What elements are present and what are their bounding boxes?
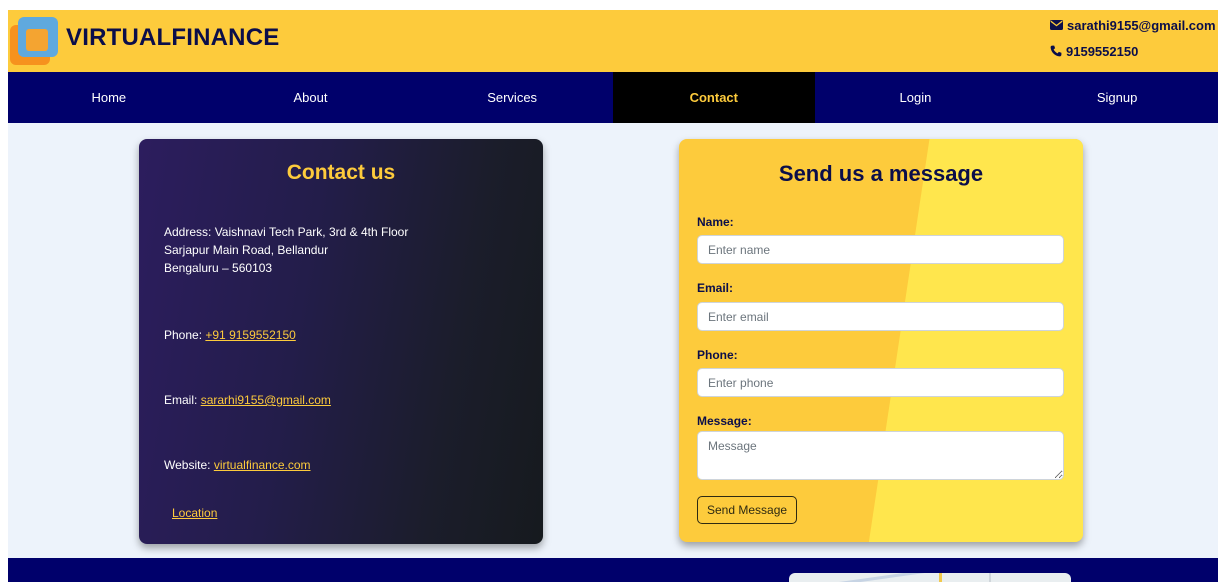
email-input[interactable] <box>697 302 1064 331</box>
brand-name[interactable]: VIRTUALFINANCE <box>66 24 279 52</box>
send-message-button[interactable]: Send Message <box>697 496 798 524</box>
header-contact-info: sarathi9155@gmail.com 9159552150 <box>1050 14 1218 66</box>
address-line-2: Sarjapur Main Road, Bellandur <box>164 243 329 257</box>
phone-input[interactable] <box>697 368 1064 397</box>
name-label: Name: <box>697 215 734 229</box>
contact-website: Website: virtualfinance.com <box>164 458 311 472</box>
phone-label: Phone: <box>697 348 738 362</box>
contact-phone: Phone: +91 9159552150 <box>164 328 296 342</box>
nav-home[interactable]: Home <box>8 72 210 123</box>
top-header: VIRTUALFINANCE sarathi9155@gmail.com 915… <box>8 10 1218 72</box>
map-embed[interactable] <box>789 573 1071 582</box>
contact-website-label: Website: <box>164 458 214 472</box>
contact-website-link[interactable]: virtualfinance.com <box>214 458 311 472</box>
nav-about[interactable]: About <box>210 72 412 123</box>
card-background-stripe <box>868 139 1083 542</box>
location-link[interactable]: Location <box>172 506 217 520</box>
contact-location: Location <box>172 506 217 520</box>
contact-phone-link[interactable]: +91 9159552150 <box>205 328 295 342</box>
contact-phone-label: Phone: <box>164 328 206 342</box>
contact-email-label: Email: <box>164 393 201 407</box>
contact-address: Address: Vaishnavi Tech Park, 3rd & 4th … <box>164 223 408 277</box>
address-line-3: Bengaluru – 560103 <box>164 261 273 275</box>
header-email: sarathi9155@gmail.com <box>1050 14 1218 36</box>
contact-email-link[interactable]: sararhi9155@gmail.com <box>201 393 331 407</box>
form-title: Send us a message <box>778 161 984 186</box>
email-label: Email: <box>697 281 734 295</box>
name-input[interactable] <box>697 235 1064 264</box>
message-label: Message: <box>697 414 752 428</box>
address-line-1: Address: Vaishnavi Tech Park, 3rd & 4th … <box>164 225 409 239</box>
virtualfinance-logo-icon[interactable] <box>10 15 60 65</box>
header-phone-text: 9159552150 <box>1066 43 1139 59</box>
nav-contact[interactable]: Contact <box>612 72 815 123</box>
message-textarea[interactable] <box>697 431 1064 480</box>
nav-login[interactable]: Login <box>815 72 1017 123</box>
envelope-icon <box>1050 20 1063 30</box>
send-message-card: Send us a message Name: Email: Phone: Me… <box>679 139 1083 542</box>
contact-email: Email: sararhi9155@gmail.com <box>164 393 331 407</box>
nav-services[interactable]: Services <box>411 72 613 123</box>
main-nav: Home About Services Contact Login Signup <box>8 72 1218 123</box>
nav-signup[interactable]: Signup <box>1016 72 1218 123</box>
page: VIRTUALFINANCE sarathi9155@gmail.com 915… <box>8 10 1218 582</box>
header-phone: 9159552150 <box>1050 40 1218 62</box>
header-email-text: sarathi9155@gmail.com <box>1067 17 1216 33</box>
phone-icon <box>1050 45 1062 57</box>
footer <box>8 558 1218 582</box>
contact-info-card: Contact us Address: Vaishnavi Tech Park,… <box>139 139 543 544</box>
contact-title: Contact us <box>286 161 396 184</box>
